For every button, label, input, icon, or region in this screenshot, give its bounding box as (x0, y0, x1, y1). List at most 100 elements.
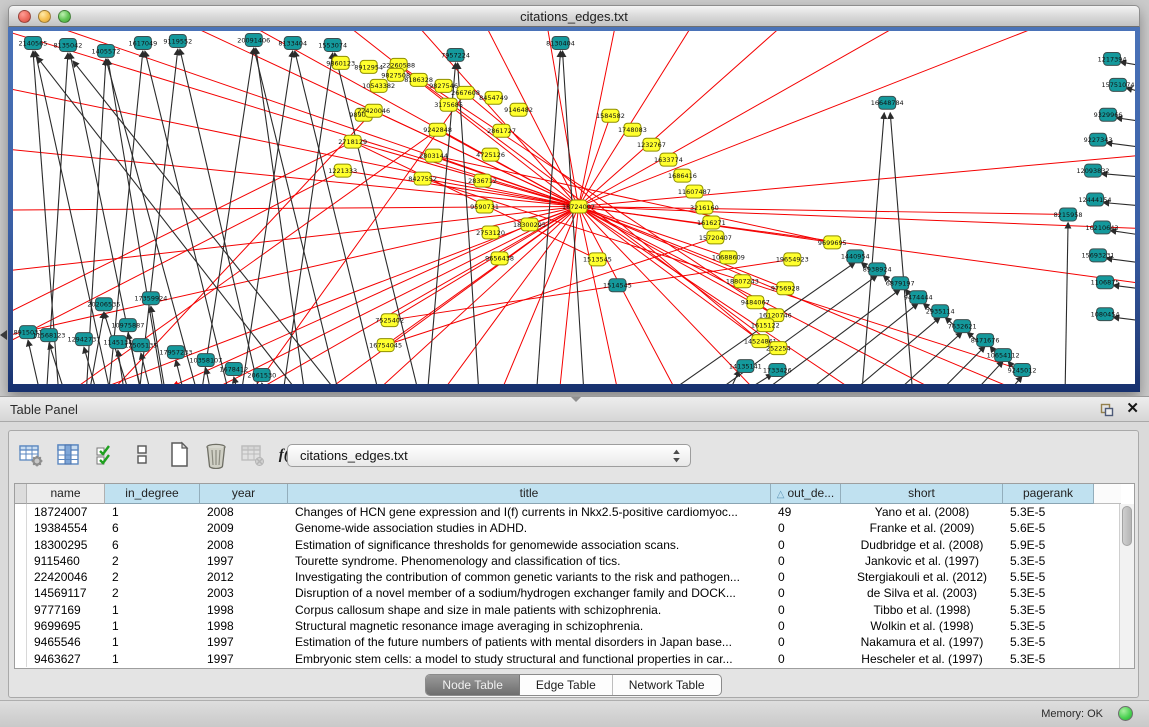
graph-node[interactable]: 1217394 (1098, 52, 1127, 65)
table-row[interactable]: 1456911722003Disruption of a novel membe… (15, 585, 1134, 601)
graph-node[interactable]: 9119552 (163, 34, 192, 47)
graph-node[interactable]: 1514545 (603, 279, 632, 292)
graph-node[interactable]: 1733426 (763, 364, 792, 377)
cell-title[interactable]: Estimation of the future numbers of pati… (288, 634, 771, 650)
cell-name[interactable]: 18300295 (27, 537, 105, 553)
cell-title[interactable]: Investigating the contribution of common… (288, 569, 771, 585)
graph-node[interactable]: 2753120 (476, 226, 505, 239)
cell-in-degree[interactable]: 1 (105, 504, 200, 520)
splitter-handle-icon[interactable] (571, 397, 581, 402)
cell-in-degree[interactable]: 2 (105, 569, 200, 585)
cell-out-degree[interactable]: 0 (771, 618, 841, 634)
graph-node[interactable]: 11568123 (32, 329, 65, 342)
graph-node[interactable]: 16648784 (871, 96, 904, 109)
graph-node[interactable]: 10688609 (712, 251, 745, 264)
table-select-combobox[interactable]: citations_edges.txt (287, 444, 691, 467)
graph-node[interactable]: 9656438 (485, 252, 514, 265)
table-row[interactable]: 946362711997Embryonic stem cells: a mode… (15, 651, 1134, 667)
cell-year[interactable]: 2008 (200, 504, 288, 520)
table-settings-icon[interactable] (17, 441, 45, 469)
table-row[interactable]: 1830029562008Estimation of significance … (15, 537, 1134, 553)
graph-node[interactable]: 12942737 (67, 333, 100, 346)
graph-node[interactable]: 8135042 (54, 38, 83, 51)
new-document-icon[interactable] (165, 441, 193, 469)
cell-pagerank[interactable]: 5.5E-5 (1003, 569, 1094, 585)
graph-node[interactable]: 16754045 (369, 339, 402, 352)
header-title[interactable]: title (288, 484, 771, 504)
graph-node[interactable]: 9329966 (1094, 108, 1123, 121)
cell-out-degree[interactable]: 0 (771, 537, 841, 553)
tab-edge-table[interactable]: Edge Table (520, 675, 613, 695)
cell-pagerank[interactable]: 5.3E-5 (1003, 618, 1094, 634)
cell-year[interactable]: 1997 (200, 553, 288, 569)
graph-node[interactable]: 252254 (766, 342, 791, 355)
graph-node[interactable]: 2861727 (487, 124, 516, 137)
cell-name[interactable]: 9777169 (27, 602, 105, 618)
graph-node[interactable]: 1513545 (583, 253, 612, 266)
cell-pagerank[interactable]: 5.6E-5 (1003, 520, 1094, 536)
cell-title[interactable]: Genome-wide association studies in ADHD. (288, 520, 771, 536)
cell-out-degree[interactable]: 0 (771, 651, 841, 667)
graph-node[interactable]: 8215958 (1054, 208, 1083, 221)
memory-ok-icon[interactable] (1118, 706, 1133, 721)
table-row[interactable]: 2242004622012Investigating the contribut… (15, 569, 1134, 585)
cell-title[interactable]: Structural magnetic resonance image aver… (288, 618, 771, 634)
graph-node[interactable]: 15693231 (1082, 249, 1115, 262)
graph-node[interactable]: 12093832 (1077, 164, 1110, 177)
graph-node[interactable]: 15720407 (699, 231, 732, 244)
graph-node[interactable]: 2935114 (926, 305, 955, 318)
cell-in-degree[interactable]: 1 (105, 618, 200, 634)
cell-out-degree[interactable]: 0 (771, 569, 841, 585)
cell-short[interactable]: Franke et al. (2009) (841, 520, 1003, 536)
graph-node[interactable]: 1553074 (318, 38, 347, 51)
cell-name[interactable]: 19384554 (27, 520, 105, 536)
cell-pagerank[interactable]: 5.9E-5 (1003, 537, 1094, 553)
float-panel-icon[interactable] (1099, 402, 1115, 418)
graph-node[interactable]: 1080454 (1091, 308, 1120, 321)
cell-name[interactable]: 9115460 (27, 553, 105, 569)
graph-node[interactable]: 2140565 (19, 36, 48, 49)
graph-node[interactable]: 8133404 (278, 36, 307, 49)
cell-short[interactable]: Yano et al. (2008) (841, 504, 1003, 520)
cell-name[interactable]: 14569117 (27, 585, 105, 601)
graph-node[interactable]: 8130404 (546, 36, 575, 49)
table-row[interactable]: 977716911998Corpus callosum shape and si… (15, 602, 1134, 618)
graph-node[interactable]: 9146482 (504, 103, 533, 116)
list-boxes-icon[interactable] (128, 441, 156, 469)
cell-year[interactable]: 2003 (200, 585, 288, 601)
cell-short[interactable]: Jankovic et al. (1997) (841, 553, 1003, 569)
graph-node[interactable]: 7525402 (375, 314, 404, 327)
graph-node[interactable]: 9590731 (470, 200, 499, 213)
panel-collapse-arrow-icon[interactable] (0, 330, 7, 340)
cell-in-degree[interactable]: 1 (105, 634, 200, 650)
graph-node[interactable]: 2836712 (468, 174, 497, 187)
cell-title[interactable]: Tourette syndrome. Phenomenology and cla… (288, 553, 771, 569)
cell-out-degree[interactable]: 0 (771, 585, 841, 601)
cell-out-degree[interactable]: 0 (771, 520, 841, 536)
graph-node[interactable]: 7957224 (441, 48, 470, 61)
close-panel-icon[interactable]: ✕ (1126, 400, 1139, 418)
graph-node[interactable]: 17359924 (134, 292, 167, 305)
graph-node[interactable]: 1405572 (91, 44, 120, 57)
graph-node[interactable]: 1748083 (618, 123, 647, 136)
cell-name[interactable]: 9465546 (27, 634, 105, 650)
header-year[interactable]: year (200, 484, 288, 504)
graph-node[interactable]: 1440954 (841, 250, 870, 263)
graph-node[interactable]: 2061530 (247, 369, 276, 382)
graph-node[interactable]: 8471676 (971, 334, 1000, 347)
table-scrollbar[interactable] (1119, 504, 1134, 668)
cell-short[interactable]: Stergiakouli et al. (2012) (841, 569, 1003, 585)
graph-node[interactable]: 7632621 (948, 320, 977, 333)
graph-node[interactable]: 4725126 (476, 148, 505, 161)
graph-node[interactable]: 11607487 (678, 185, 711, 198)
cell-short[interactable]: Hescheler et al. (1997) (841, 651, 1003, 667)
cell-pagerank[interactable]: 5.3E-5 (1003, 634, 1094, 650)
graph-node[interactable]: 1617049 (128, 36, 157, 49)
cell-pagerank[interactable]: 5.3E-5 (1003, 651, 1094, 667)
cell-in-degree[interactable]: 2 (105, 553, 200, 569)
graph-node[interactable]: 9227343 (1084, 133, 1113, 146)
cell-out-degree[interactable]: 0 (771, 553, 841, 569)
cell-in-degree[interactable]: 1 (105, 602, 200, 618)
graph-node[interactable]: 10358107 (189, 354, 222, 367)
cell-out-degree[interactable]: 0 (771, 602, 841, 618)
